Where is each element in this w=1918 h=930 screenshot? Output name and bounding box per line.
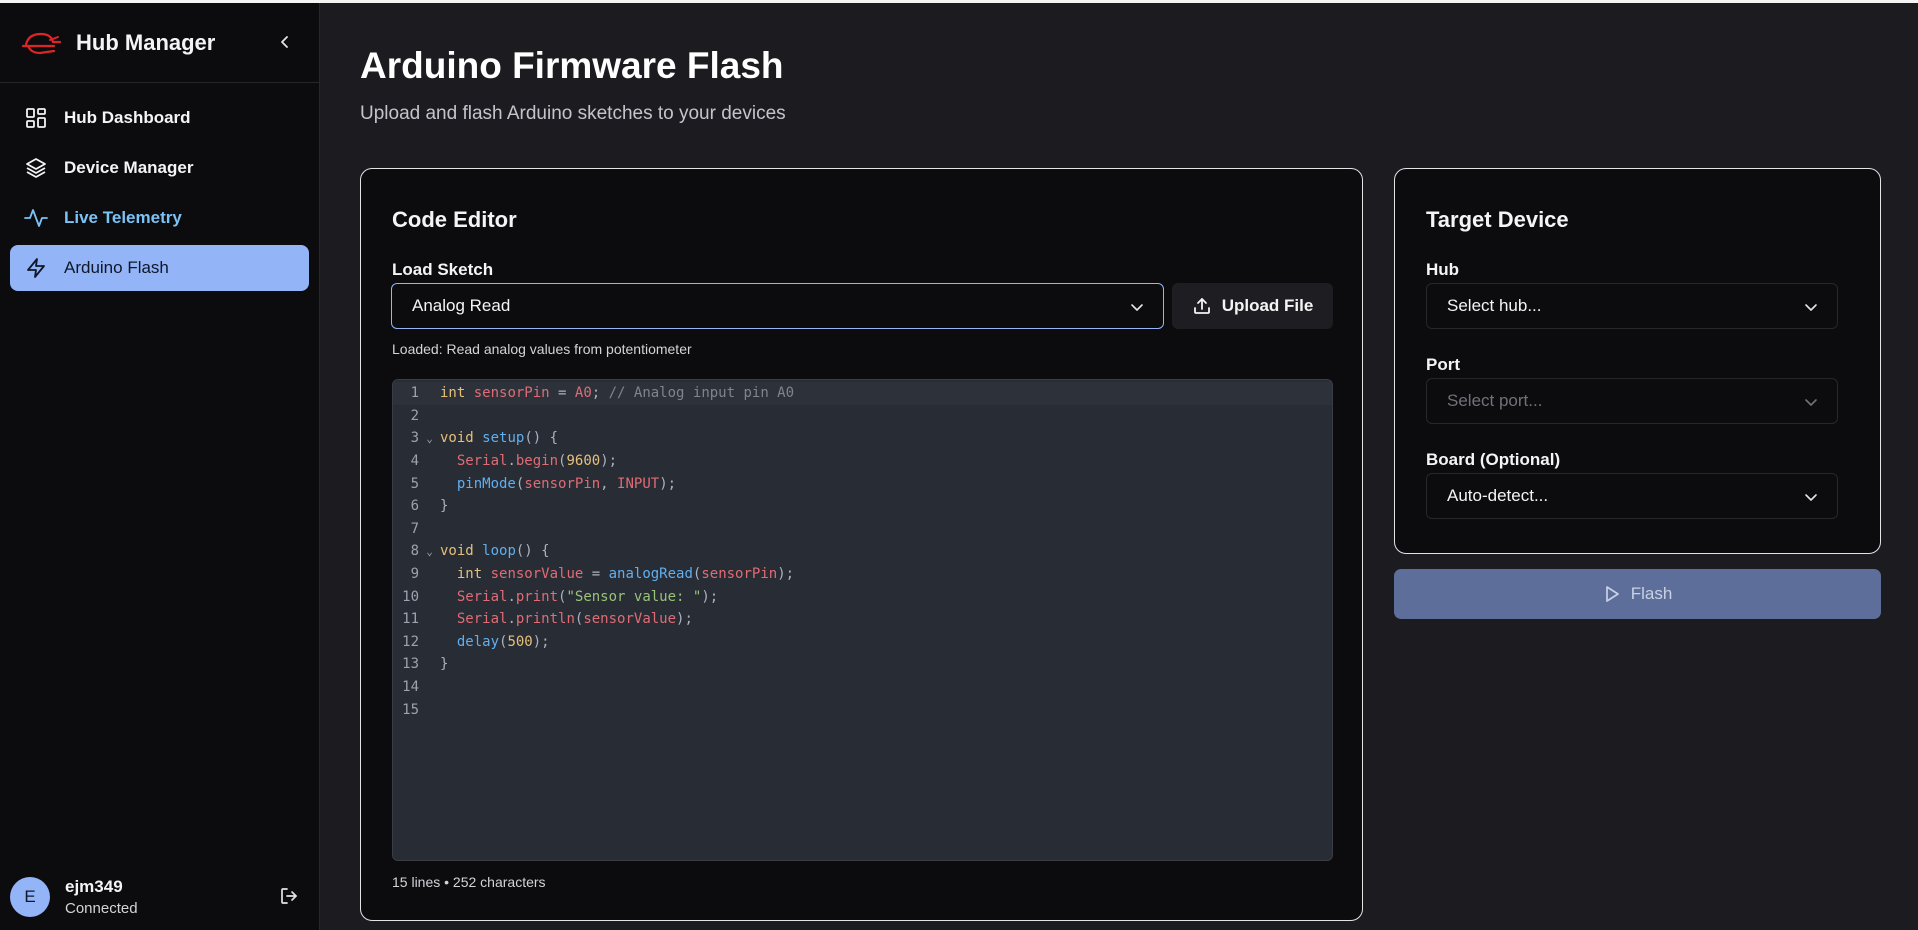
- fold-chevron-icon[interactable]: ⌄: [419, 432, 440, 445]
- code-line[interactable]: 11 Serial.println(sensorValue);: [393, 608, 1332, 631]
- hub-select-value: Select hub...: [1447, 296, 1542, 315]
- line-number: 4: [410, 453, 419, 470]
- line-number: 15: [402, 701, 419, 718]
- sidebar-item-label: Device Manager: [64, 158, 194, 177]
- code-text: Serial.print("Sensor value: ");: [456, 588, 719, 605]
- connection-status: Connected: [65, 900, 138, 917]
- chevron-down-icon: [1805, 304, 1817, 311]
- line-number: 10: [402, 588, 419, 605]
- code-line[interactable]: 10 Serial.print("Sensor value: ");: [393, 585, 1332, 608]
- sidebar-item-live-telemetry[interactable]: Live Telemetry: [10, 195, 309, 241]
- hub-label: Hub: [1426, 260, 1460, 279]
- code-line[interactable]: 3 ⌄ void setup() {: [393, 427, 1332, 450]
- code-text: int sensorPin = A0; // Analog input pin …: [440, 385, 795, 402]
- port-select[interactable]: Select port...: [1426, 378, 1838, 424]
- code-line[interactable]: 4 Serial.begin(9600);: [393, 450, 1332, 473]
- layout-grid-icon: [24, 106, 48, 130]
- flash-label: Flash: [1630, 584, 1673, 603]
- sidebar-item-hub-dashboard[interactable]: Hub Dashboard: [10, 95, 309, 141]
- hub-logo-icon: [21, 32, 62, 54]
- code-editor-card: Code Editor Load Sketch Analog Read Uplo…: [360, 168, 1363, 921]
- flash-button[interactable]: Flash: [1394, 569, 1881, 619]
- fold-chevron-icon[interactable]: ⌄: [419, 545, 440, 558]
- code-text: int sensorValue = analogRead(sensorPin);: [456, 566, 795, 583]
- upload-file-button[interactable]: Upload File: [1172, 283, 1333, 329]
- code-line[interactable]: 2: [393, 405, 1332, 428]
- chevron-left-icon[interactable]: [277, 34, 293, 50]
- code-line[interactable]: 12 delay(500);: [393, 631, 1332, 654]
- code-text: }: [440, 656, 449, 673]
- page-title: Arduino Firmware Flash: [360, 45, 784, 86]
- zap-icon: [24, 256, 48, 280]
- activity-icon: [24, 206, 48, 230]
- sidebar-item-label: Arduino Flash: [64, 258, 169, 277]
- code-text: Serial.begin(9600);: [456, 453, 618, 470]
- line-number: 8: [410, 543, 419, 560]
- target-device-card: Target Device Hub Select hub... Port Sel…: [1394, 168, 1881, 554]
- code-line[interactable]: 8 ⌄ void loop() {: [393, 540, 1332, 563]
- code-editor[interactable]: 1 int sensorPin = A0; // Analog input pin…: [392, 379, 1333, 861]
- port-label: Port: [1426, 355, 1460, 374]
- chevron-down-icon: [1805, 494, 1817, 501]
- hub-select[interactable]: Select hub...: [1426, 283, 1838, 329]
- code-line[interactable]: 7: [393, 518, 1332, 541]
- upload-icon: [1193, 298, 1210, 314]
- sidebar-item-arduino-flash[interactable]: Arduino Flash: [10, 245, 309, 291]
- sketch-select[interactable]: Analog Read: [391, 283, 1164, 329]
- line-number: 14: [402, 679, 419, 696]
- brand-header: Hub Manager: [0, 3, 319, 83]
- code-text: }: [440, 498, 449, 515]
- board-select[interactable]: Auto-detect...: [1426, 473, 1838, 519]
- line-number: 5: [410, 475, 419, 492]
- code-line[interactable]: 9 int sensorValue = analogRead(sensorPin…: [393, 563, 1332, 586]
- code-line[interactable]: 14: [393, 676, 1332, 699]
- app-title: Hub Manager: [76, 29, 216, 55]
- code-text: Serial.println(sensorValue);: [456, 611, 693, 628]
- line-number: 11: [402, 611, 419, 628]
- sidebar-item-label: Live Telemetry: [64, 208, 182, 227]
- user-panel: E ejm349 Connected: [0, 864, 319, 930]
- code-line[interactable]: 5 pinMode(sensorPin, INPUT);: [393, 472, 1332, 495]
- code-text: void loop() {: [440, 543, 550, 560]
- code-text: void setup() {: [440, 430, 559, 447]
- code-line[interactable]: 15: [393, 698, 1332, 721]
- line-number: 7: [410, 520, 419, 537]
- line-number: 9: [410, 566, 419, 583]
- chevron-down-icon: [1805, 399, 1817, 406]
- layers-icon: [24, 156, 48, 180]
- line-number: 2: [410, 407, 419, 424]
- line-number: 6: [410, 498, 419, 515]
- board-label: Board (Optional): [1426, 450, 1561, 469]
- editor-stats: 15 lines • 252 characters: [392, 874, 546, 890]
- logout-icon[interactable]: [279, 886, 299, 906]
- page-subtitle: Upload and flash Arduino sketches to you…: [360, 103, 786, 124]
- avatar: E: [10, 877, 50, 917]
- board-select-value: Auto-detect...: [1447, 486, 1549, 505]
- load-sketch-label: Load Sketch: [392, 260, 494, 279]
- upload-file-label: Upload File: [1221, 296, 1314, 315]
- sidebar-item-label: Hub Dashboard: [64, 108, 191, 127]
- code-text: delay(500);: [456, 633, 550, 650]
- sidebar: Hub Manager Hub Dashboard Device Manager…: [0, 3, 320, 930]
- code-line[interactable]: 6}: [393, 495, 1332, 518]
- card-title: Code Editor: [392, 207, 517, 232]
- play-icon: [1605, 586, 1619, 602]
- sketch-select-value: Analog Read: [412, 296, 511, 315]
- user-info: ejm349 Connected: [65, 877, 138, 917]
- code-text: pinMode(sensorPin, INPUT);: [456, 475, 677, 492]
- code-line[interactable]: 1 int sensorPin = A0; // Analog input pin…: [393, 382, 1332, 405]
- line-number: 12: [402, 633, 419, 650]
- loaded-sketch-note: Loaded: Read analog values from potentio…: [392, 341, 692, 357]
- line-number: 1: [410, 385, 419, 402]
- sidebar-item-device-manager[interactable]: Device Manager: [10, 145, 309, 191]
- user-name: ejm349: [65, 877, 123, 896]
- port-select-value: Select port...: [1447, 391, 1543, 410]
- code-line[interactable]: 13}: [393, 653, 1332, 676]
- sidebar-nav: Hub Dashboard Device Manager Live Teleme…: [0, 83, 319, 307]
- line-number: 3: [410, 430, 419, 447]
- chevron-down-icon: [1131, 304, 1143, 311]
- card-title: Target Device: [1426, 207, 1569, 232]
- line-number: 13: [402, 656, 419, 673]
